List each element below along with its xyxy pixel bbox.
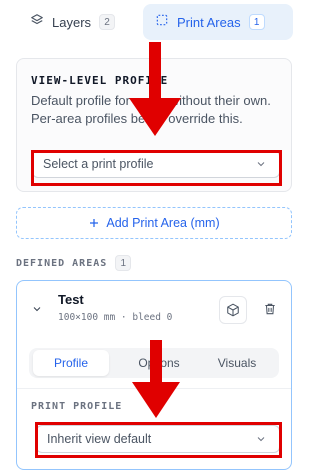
chevron-down-icon[interactable] bbox=[31, 303, 43, 315]
print-area-meta: 100×100 mm · bleed 0 bbox=[58, 312, 173, 323]
panel-tabs: Layers 2 Print Areas 1 bbox=[0, 0, 298, 44]
layers-count-badge: 2 bbox=[99, 14, 116, 30]
tab-print-areas[interactable]: Print Areas 1 bbox=[143, 4, 293, 40]
print-area-name: Test bbox=[58, 292, 84, 307]
tab-layers-label: Layers bbox=[52, 14, 92, 30]
layers-icon bbox=[30, 13, 44, 32]
area-profile-select-value: Inherit view default bbox=[47, 432, 152, 446]
tab-options[interactable]: Options bbox=[121, 350, 197, 376]
view-profile-select-value: Select a print profile bbox=[43, 157, 154, 171]
cube-icon bbox=[227, 303, 239, 317]
trash-icon bbox=[265, 303, 275, 315]
tab-layers[interactable]: Layers 2 bbox=[18, 4, 126, 40]
print-areas-count-badge: 1 bbox=[248, 14, 265, 30]
plus-icon bbox=[90, 219, 99, 227]
defined-areas-title: DEFINED AREAS bbox=[16, 257, 108, 269]
defined-areas-count-badge: 1 bbox=[115, 255, 132, 271]
tab-profile[interactable]: Profile bbox=[33, 350, 109, 376]
chevron-down-icon bbox=[257, 162, 265, 167]
tab-print-areas-label: Print Areas bbox=[177, 14, 241, 30]
area-tabs: Profile Options Visuals bbox=[29, 348, 279, 378]
tab-visuals[interactable]: Visuals bbox=[199, 350, 275, 376]
area-profile-select[interactable]: Inherit view default bbox=[36, 425, 280, 453]
add-print-area-button[interactable]: Add Print Area (mm) bbox=[16, 207, 292, 239]
view-level-profile-title: VIEW-LEVEL PROFILE bbox=[31, 74, 169, 87]
defined-areas-header: DEFINED AREAS 1 bbox=[16, 255, 132, 271]
divider bbox=[17, 388, 291, 389]
print-profile-title: PRINT PROFILE bbox=[31, 401, 123, 412]
view-profile-select[interactable]: Select a print profile bbox=[32, 150, 280, 178]
view-level-profile-description: Default profile for areas without their … bbox=[31, 93, 271, 126]
preview-3d-button[interactable] bbox=[219, 296, 247, 324]
add-print-area-label: Add Print Area (mm) bbox=[106, 216, 220, 230]
chevron-down-icon bbox=[257, 437, 265, 442]
dashed-square-icon bbox=[155, 13, 169, 32]
delete-area-button[interactable] bbox=[257, 296, 283, 322]
